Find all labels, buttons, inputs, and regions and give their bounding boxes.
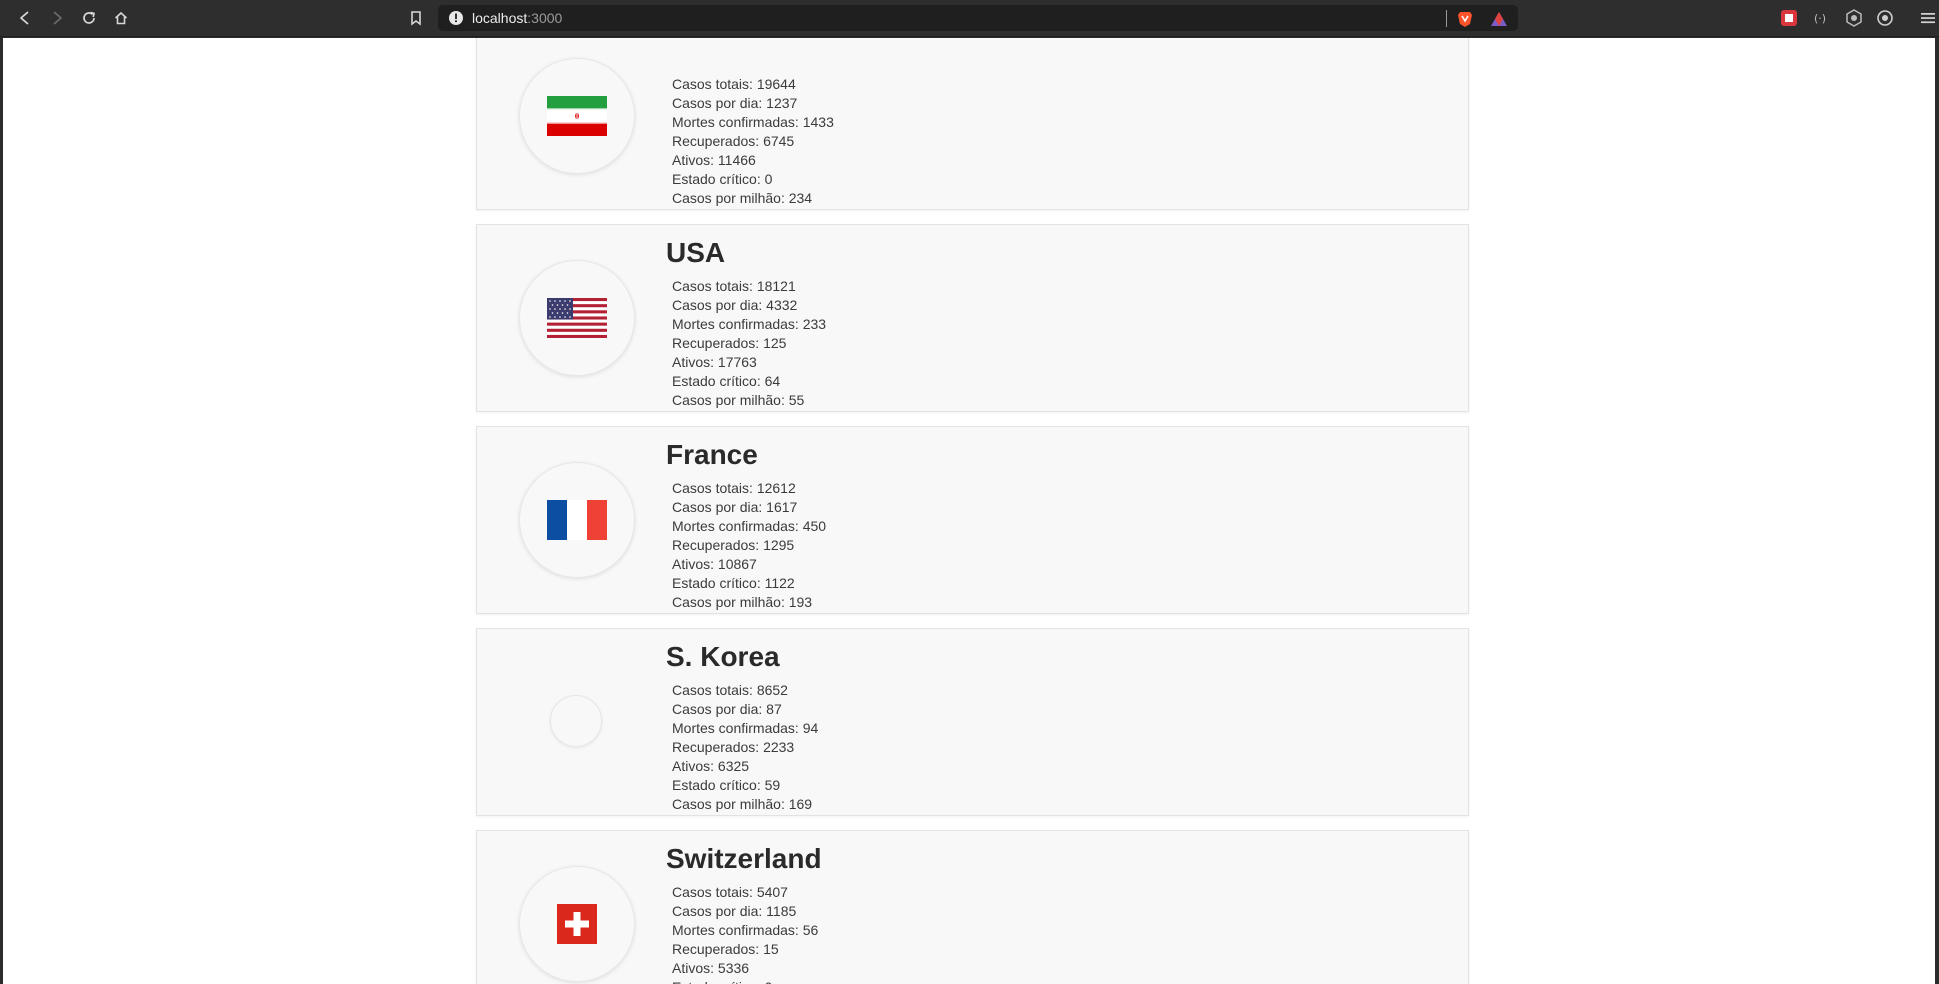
extension-icon-4[interactable]: [1876, 9, 1894, 27]
stat-per-million: Casos por milhão: 169: [672, 796, 813, 812]
svg-text:(·): (·): [1814, 12, 1826, 25]
stat-active: Ativos: 17763: [672, 354, 757, 370]
brave-shield-icon[interactable]: [1456, 10, 1474, 28]
country-card: Switzerland Casos totais: 5407 Casos por…: [476, 830, 1469, 984]
country-list: Casos totais: 19644 Casos por dia: 1237 …: [476, 38, 1469, 984]
brave-rewards-icon[interactable]: [1490, 10, 1508, 28]
stat-cases-today: Casos por dia: 87: [672, 701, 782, 717]
country-name: S. Korea: [666, 641, 780, 672]
iran-flag-icon: [547, 96, 607, 136]
url-host: localhost: [472, 10, 528, 26]
stats-list: Casos totais: 5407 Casos por dia: 1185 M…: [672, 883, 818, 984]
stat-deaths: Mortes confirmadas: 1433: [672, 114, 834, 130]
stat-deaths: Mortes confirmadas: 94: [672, 720, 819, 736]
flag-container-empty: [550, 695, 602, 747]
url-port: :3000: [527, 10, 563, 26]
country-card: S. Korea Casos totais: 8652 Casos por di…: [476, 628, 1469, 816]
stats-list: Casos totais: 12612 Casos por dia: 1617 …: [672, 479, 826, 612]
stat-cases-today: Casos por dia: 1237: [672, 95, 798, 111]
stat-recovered: Recuperados: 125: [672, 335, 787, 351]
extension-icon-2[interactable]: (·): [1812, 9, 1830, 27]
stat-recovered: Recuperados: 6745: [672, 133, 795, 149]
stat-total-cases: Casos totais: 18121: [672, 278, 796, 294]
country-name: France: [666, 439, 758, 470]
stat-active: Ativos: 10867: [672, 556, 757, 572]
usa-flag-icon: [547, 298, 607, 338]
stat-cases-today: Casos por dia: 1617: [672, 499, 798, 515]
url-text[interactable]: localhost:3000: [472, 10, 562, 26]
country-name: Switzerland: [666, 843, 822, 874]
stats-list: Casos totais: 8652 Casos por dia: 87 Mor…: [672, 681, 818, 814]
site-info-icon[interactable]: [448, 10, 464, 26]
stat-total-cases: Casos totais: 12612: [672, 480, 796, 496]
stat-critical: Estado crítico: 0: [672, 978, 818, 984]
stat-total-cases: Casos totais: 8652: [672, 682, 788, 698]
stat-active: Ativos: 11466: [672, 152, 756, 168]
stat-recovered: Recuperados: 2233: [672, 739, 795, 755]
country-card: USA Casos totais: 18121 Casos por dia: 4…: [476, 224, 1469, 412]
france-flag-icon: [547, 500, 607, 540]
address-bar[interactable]: localhost:3000: [438, 5, 1518, 31]
stat-critical: Estado crítico: 0: [672, 171, 773, 187]
stat-deaths: Mortes confirmadas: 56: [672, 922, 819, 938]
country-card: Casos totais: 19644 Casos por dia: 1237 …: [476, 38, 1469, 210]
stat-active: Ativos: 6325: [672, 758, 750, 774]
browser-toolbar: localhost:3000 (·): [0, 0, 1939, 37]
forward-icon[interactable]: [44, 6, 70, 30]
flag-container: [519, 462, 635, 578]
stat-per-million: Casos por milhão: 55: [672, 392, 805, 408]
stat-per-million: Casos por milhão: 234: [672, 190, 813, 206]
stats-list: Casos totais: 19644 Casos por dia: 1237 …: [672, 75, 834, 208]
stat-cases-today: Casos por dia: 4332: [672, 297, 798, 313]
home-icon[interactable]: [108, 6, 134, 30]
stat-deaths: Mortes confirmadas: 233: [672, 316, 827, 332]
extension-icon-1[interactable]: [1780, 9, 1798, 27]
stat-critical: Estado crítico: 64: [672, 373, 781, 389]
flag-container: [519, 260, 635, 376]
switzerland-flag-icon: [557, 904, 597, 944]
bookmark-icon[interactable]: [403, 6, 429, 30]
stat-cases-today: Casos por dia: 1185: [672, 903, 797, 919]
stat-deaths: Mortes confirmadas: 450: [672, 518, 827, 534]
page-viewport: Casos totais: 19644 Casos por dia: 1237 …: [3, 38, 1935, 984]
extension-icon-3[interactable]: [1845, 9, 1863, 27]
stat-active: Ativos: 5336: [672, 960, 750, 976]
stat-per-million: Casos por milhão: 193: [672, 594, 813, 610]
stat-recovered: Recuperados: 15: [672, 941, 779, 957]
flag-container: [519, 866, 635, 982]
stat-critical: Estado crítico: 1122: [672, 575, 795, 591]
flag-container: [519, 58, 635, 174]
country-card: France Casos totais: 12612 Casos por dia…: [476, 426, 1469, 614]
stat-recovered: Recuperados: 1295: [672, 537, 795, 553]
stat-critical: Estado crítico: 59: [672, 777, 781, 793]
reload-icon[interactable]: [76, 6, 102, 30]
country-name: USA: [666, 237, 726, 268]
stats-list: Casos totais: 18121 Casos por dia: 4332 …: [672, 277, 826, 410]
url-separator: [1446, 10, 1447, 27]
menu-icon[interactable]: [1919, 9, 1937, 27]
back-icon[interactable]: [12, 6, 38, 30]
stat-total-cases: Casos totais: 19644: [672, 76, 796, 92]
stat-total-cases: Casos totais: 5407: [672, 884, 788, 900]
